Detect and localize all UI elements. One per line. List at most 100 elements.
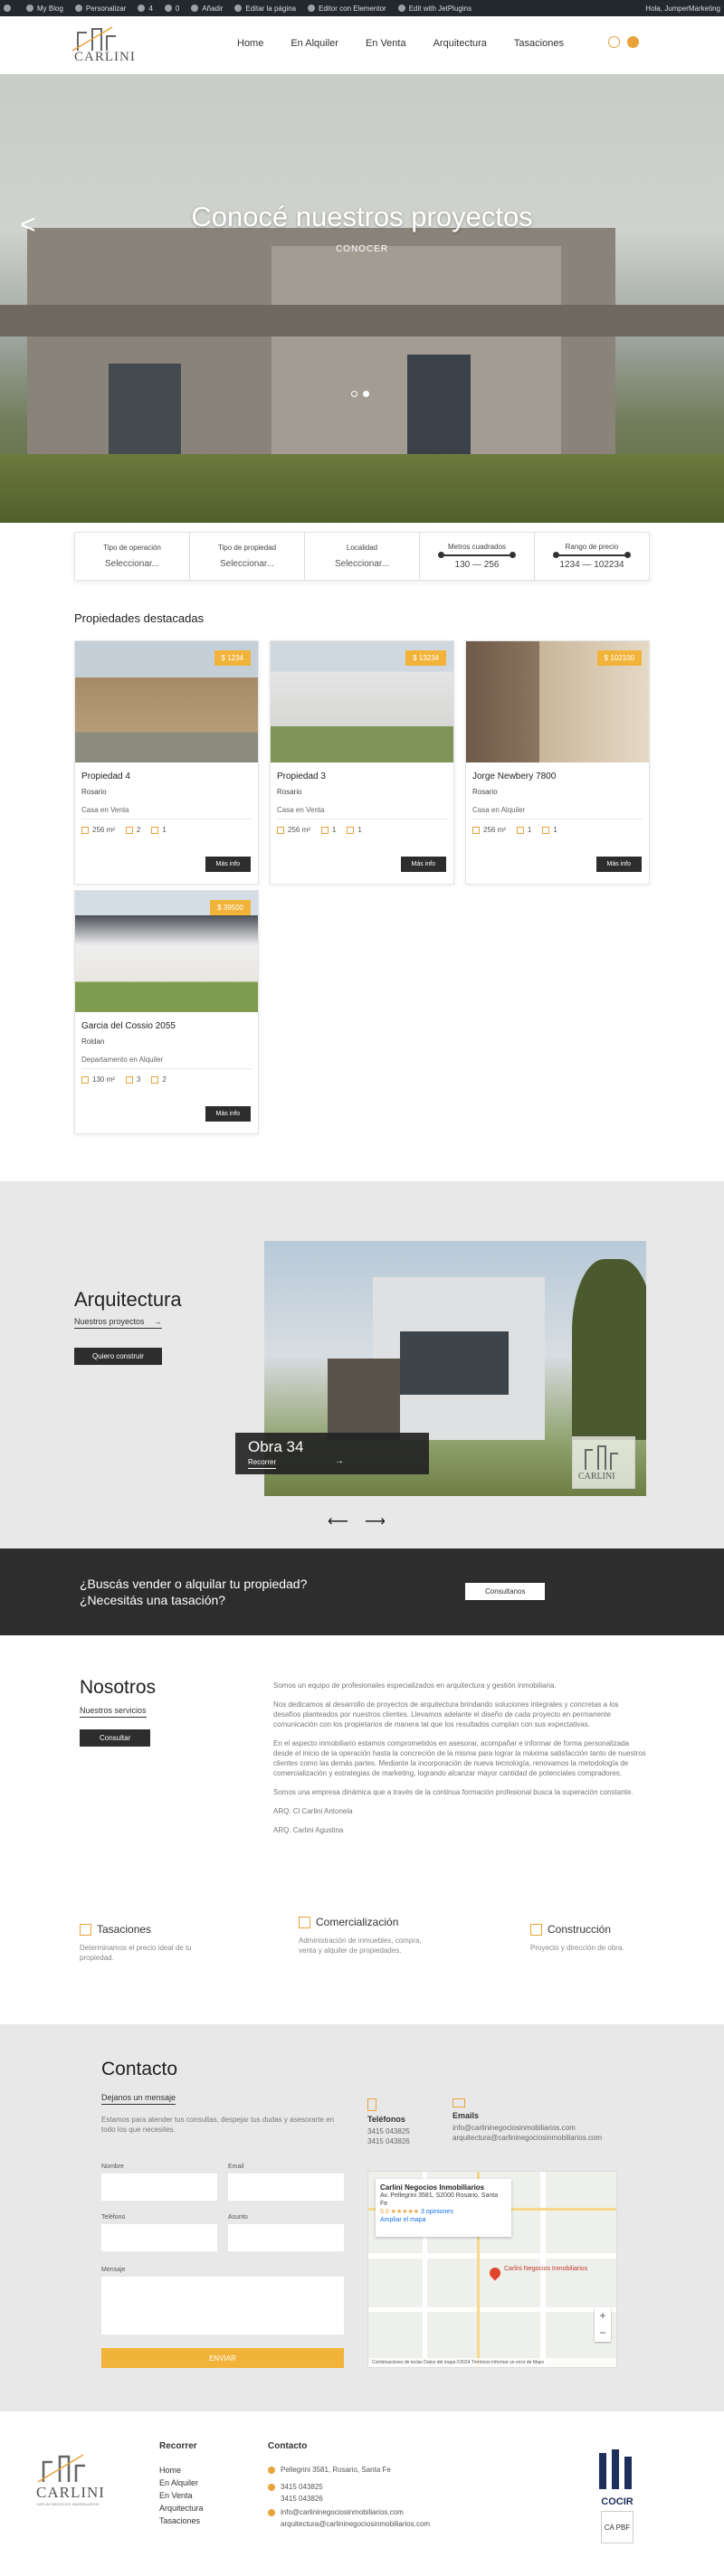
email-input[interactable] (228, 2174, 344, 2201)
tools-icon (530, 1923, 542, 1936)
cta-question: ¿Buscás vender o alquilar tu propiedad? … (80, 1577, 308, 1607)
service-tasaciones: Tasaciones Determinamos el precio ideal … (80, 1923, 192, 1962)
jet-icon (397, 5, 405, 12)
more-info-button[interactable]: Más info (595, 857, 642, 872)
admin-item-add[interactable]: Añadir (191, 5, 223, 13)
footer-nav-venta[interactable]: En Venta (159, 2489, 204, 2502)
main-nav: Home En Alquiler En Venta Arquitectura T… (237, 38, 591, 49)
operation-select[interactable]: Seleccionar... (105, 559, 159, 569)
area-icon (277, 826, 284, 834)
hero-dot-active[interactable] (363, 391, 369, 397)
subject-field: Asunto (228, 2214, 344, 2251)
message-textarea[interactable] (101, 2277, 344, 2334)
price-badge: $ 39500 (210, 900, 251, 915)
footer-logo[interactable]: CARLINI CARLINI NEGOCIOS INMOBILIARIOS (36, 2453, 119, 2506)
property-card[interactable]: $ 39500 Garcia del Cossio 2055 Roldan De… (74, 890, 259, 1134)
site-logo[interactable]: CARLINI (71, 25, 135, 67)
property-card[interactable]: $ 102100 Jorge Newbery 7800 Rosario Casa… (465, 640, 650, 885)
calculator-icon (80, 1923, 91, 1936)
type-select[interactable]: Seleccionar... (220, 559, 274, 569)
phone-input[interactable] (101, 2224, 217, 2251)
admin-item-elementor[interactable]: Editor con Elementor (308, 5, 386, 13)
search-type[interactable]: Tipo de propiedad Seleccionar... (190, 533, 305, 580)
price-badge: $ 1234 (214, 650, 251, 666)
cocir-emblem-icon (599, 2449, 632, 2489)
instagram-icon[interactable] (608, 36, 620, 48)
bath-icon (347, 826, 355, 834)
arrow-right-icon: → (147, 1317, 162, 1326)
hero-dot[interactable] (351, 391, 357, 397)
project-caption[interactable]: Obra 34 Recorrer → (235, 1433, 429, 1474)
hero-dots (351, 391, 369, 397)
admin-user-greeting[interactable]: Hola, JumperMarketing (645, 5, 720, 13)
nav-home[interactable]: Home (237, 38, 263, 49)
search-locality[interactable]: Localidad Seleccionar... (305, 533, 420, 580)
search-price: Rango de precio 1234 — 102234 (535, 533, 649, 580)
nav-arquitectura[interactable]: Arquitectura (433, 38, 487, 49)
admin-item-customize[interactable]: Personalizar (74, 5, 126, 13)
phone-icon (268, 2483, 275, 2491)
map-pin-icon[interactable] (487, 2265, 503, 2281)
map-reviews-link[interactable]: 3 opiniones (421, 2209, 453, 2215)
consult-button[interactable]: Consultar (80, 1729, 151, 1747)
social-links (608, 36, 639, 48)
property-card[interactable]: $ 1234 Propiedad 4 Rosario Casa en Venta… (74, 640, 259, 885)
hero-cta-button[interactable]: CONOCER (0, 244, 724, 254)
bath-icon (542, 826, 550, 834)
bath-icon (151, 1075, 159, 1084)
more-info-button[interactable]: Más info (400, 857, 446, 872)
hero-slider (0, 74, 724, 523)
admin-item-jetplugins[interactable]: Edit with JetPlugins (397, 5, 472, 13)
facebook-icon[interactable] (627, 36, 639, 48)
name-input[interactable] (101, 2174, 217, 2201)
map-zoom-control[interactable]: + − (595, 2307, 611, 2342)
m2-range-slider[interactable] (438, 552, 516, 558)
property-name: Garcia del Cossio 2055 (81, 1021, 176, 1031)
logo-mark-icon (585, 1445, 618, 1470)
nav-tasaciones[interactable]: Tasaciones (514, 38, 564, 49)
admin-item-edit-page[interactable]: Editar la página (234, 5, 296, 13)
bed-icon (125, 1075, 133, 1084)
brush-icon (74, 5, 82, 12)
google-map[interactable]: Carlini Negocios Inmobiliarios Av. Pelle… (367, 2171, 617, 2368)
map-enlarge-link[interactable]: Ampliar el mapa (380, 2216, 507, 2224)
property-city: Rosario (81, 788, 107, 796)
property-card[interactable]: $ 13234 Propiedad 3 Rosario Casa en Vent… (270, 640, 454, 885)
send-button[interactable]: ENVIAR (101, 2348, 344, 2368)
slider-next-arrow[interactable]: ⟶ (365, 1512, 386, 1530)
search-operation[interactable]: Tipo de operación Seleccionar... (75, 533, 190, 580)
wp-logo-icon[interactable] (4, 5, 14, 12)
price-range-slider[interactable] (553, 552, 631, 558)
subject-input[interactable] (228, 2224, 344, 2251)
footer-nav-arquitectura[interactable]: Arquitectura (159, 2502, 204, 2514)
service-construccion: Construcción Proyecto y dirección de obr… (530, 1923, 624, 1952)
search-m2: Metros cuadrados 130 — 256 (420, 533, 535, 580)
build-button[interactable]: Quiero construir (74, 1348, 162, 1365)
featured-title: Propiedades destacadas (74, 611, 205, 625)
locality-select[interactable]: Seleccionar... (335, 559, 389, 569)
slider-prev-arrow[interactable]: ⟵ (328, 1512, 348, 1530)
nav-venta[interactable]: En Venta (366, 38, 406, 49)
nav-alquiler[interactable]: En Alquiler (291, 38, 338, 49)
footer-nav-alquiler[interactable]: En Alquiler (159, 2477, 204, 2489)
admin-item-updates[interactable]: 4 (138, 5, 153, 13)
bed-icon (320, 826, 329, 834)
project-link[interactable]: Recorrer (248, 1458, 277, 1469)
map-footer: Combinaciones de teclas Datos del mapa ©… (368, 2358, 616, 2367)
more-info-button[interactable]: Más info (205, 1106, 251, 1122)
mail-icon (268, 2508, 275, 2516)
more-info-button[interactable]: Más info (205, 857, 251, 872)
footer-nav-tasaciones[interactable]: Tasaciones (159, 2514, 204, 2527)
architecture-subtitle-link[interactable]: Nuestros proyectos → (74, 1317, 162, 1329)
property-features: 256 m² 2 1 (81, 826, 167, 834)
property-city: Rosario (277, 788, 302, 796)
contact-emails: Emails info@carlininegociosinmobiliarios… (452, 2098, 602, 2143)
admin-item-comments[interactable]: 0 (164, 5, 179, 13)
carlini-watermark: CARLINI (572, 1436, 635, 1489)
contact-us-button[interactable]: Consultanos (465, 1583, 546, 1600)
footer-nav-home[interactable]: Home (159, 2464, 204, 2477)
property-type: Departamento en Alquiler (81, 1056, 164, 1064)
architecture-title: Arquitectura (74, 1288, 182, 1311)
admin-item-blog[interactable]: My Blog (26, 5, 63, 13)
price-badge: $ 102100 (596, 650, 642, 666)
